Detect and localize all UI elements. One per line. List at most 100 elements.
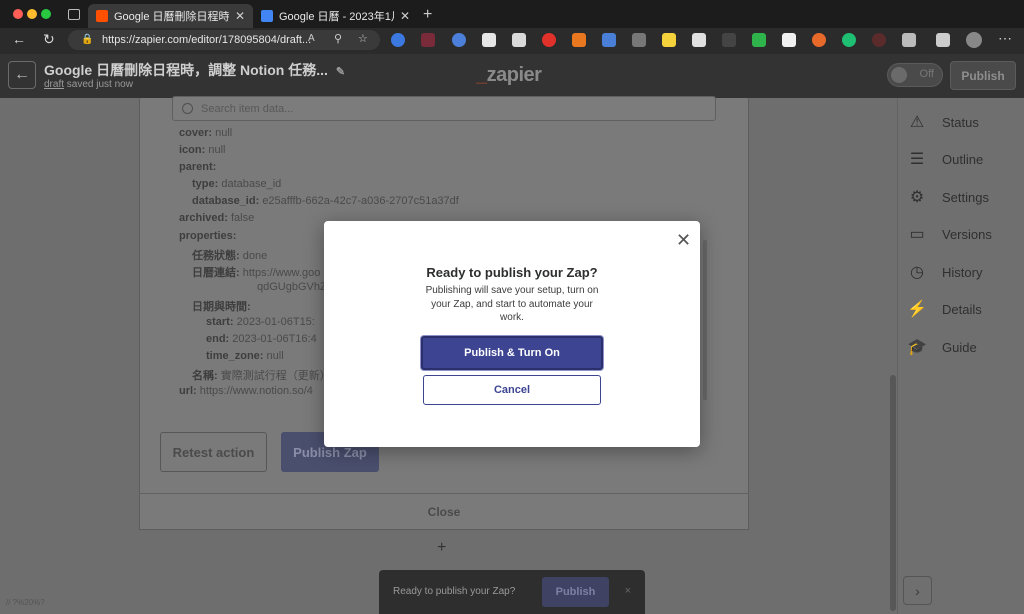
add-step-icon[interactable]: +	[437, 539, 446, 557]
extension-icon[interactable]	[512, 33, 526, 47]
extension-icon[interactable]	[812, 33, 826, 47]
publish-modal	[324, 221, 700, 447]
zap-on-off-toggle[interactable]: Off	[887, 63, 943, 87]
data-line: 任務狀態: done	[192, 250, 268, 262]
extensions-puzzle-icon[interactable]	[902, 33, 916, 47]
read-aloud-icon[interactable]: A	[308, 33, 315, 44]
edit-pencil-icon[interactable]: ✎	[336, 66, 345, 78]
details-icon: ⚡	[907, 301, 927, 318]
list-icon: ☰	[909, 151, 925, 168]
data-line: icon: null	[179, 144, 226, 156]
corner-text: // ?%20%?	[6, 598, 45, 607]
lock-icon: 🔒	[81, 34, 94, 45]
data-line: end: 2023-01-06T16:4	[206, 333, 317, 345]
data-line: properties:	[179, 230, 237, 242]
extension-1password-icon[interactable]	[391, 33, 405, 47]
toggle-label: Off	[919, 68, 934, 80]
zoom-icon[interactable]: ⚲	[334, 32, 342, 45]
gear-icon: ⚙	[909, 189, 925, 206]
sidebar-item-status[interactable]: ⚠ Status	[906, 111, 979, 133]
tab-title: Google 日曆刪除日程時，調整 N	[114, 11, 229, 23]
zapier-favicon-icon	[96, 10, 108, 22]
data-line: start: 2023-01-06T15:	[206, 316, 315, 328]
extension-icon[interactable]	[872, 33, 886, 47]
data-line: 日曆連結: https://www.goo	[192, 267, 321, 279]
extension-icon[interactable]	[421, 33, 435, 47]
more-menu-icon[interactable]: ⋯	[998, 30, 1012, 47]
extension-notion-icon[interactable]	[482, 33, 496, 47]
card-scrollbar[interactable]	[703, 240, 707, 400]
data-line: parent:	[179, 161, 217, 173]
extension-icon[interactable]	[662, 33, 676, 47]
extension-icon[interactable]	[722, 33, 736, 47]
extension-icon[interactable]	[452, 33, 466, 47]
search-input[interactable]: Search item data...	[172, 96, 716, 121]
search-icon	[182, 103, 193, 114]
graduation-cap-icon: 🎓	[907, 339, 927, 356]
maximize-window-icon[interactable]	[41, 9, 51, 19]
favorite-icon[interactable]: ☆	[358, 32, 368, 45]
sidebar-scrollbar[interactable]	[890, 375, 896, 611]
reload-icon[interactable]: ↻	[43, 31, 55, 48]
modal-title: Ready to publish your Zap?	[426, 265, 598, 280]
data-line: 日期與時間:	[192, 301, 251, 313]
toast-text: Ready to publish your Zap?	[393, 586, 516, 597]
extension-translate-icon[interactable]	[602, 33, 616, 47]
sidebar-item-history[interactable]: ◷ History	[906, 261, 982, 283]
modal-description: Publishing will save your setup, turn on…	[425, 285, 599, 323]
header-publish-button[interactable]: Publish	[950, 61, 1016, 90]
publish-toast: Ready to publish your Zap? Publish ×	[379, 570, 645, 614]
publish-and-turn-on-button[interactable]: Publish & Turn On	[421, 336, 603, 370]
extension-icon[interactable]	[692, 33, 706, 47]
url-text: https://zapier.com/editor/178095804/draf…	[102, 34, 312, 46]
sidebar-item-versions[interactable]: ▭ Versions	[906, 223, 991, 245]
address-bar[interactable]: 🔒 https://zapier.com/editor/178095804/dr…	[68, 30, 380, 50]
clock-icon: ◷	[910, 264, 924, 281]
cancel-button[interactable]: Cancel	[423, 375, 601, 405]
warning-icon: ⚠	[909, 114, 925, 131]
chevron-right-icon: ›	[915, 582, 920, 599]
extension-icon[interactable]	[752, 33, 766, 47]
sidebar-item-settings[interactable]: ⚙ Settings	[906, 186, 989, 208]
close-window-icon[interactable]	[13, 9, 23, 19]
collections-icon[interactable]	[936, 33, 950, 47]
back-icon[interactable]: ←	[12, 31, 26, 47]
zap-status-line: draft saved just now	[44, 79, 133, 90]
tab-overview-icon[interactable]	[68, 9, 80, 20]
extension-metamask-icon[interactable]	[572, 33, 586, 47]
data-line: 名稱: 實際測試行程（更新）	[192, 370, 331, 382]
versions-icon: ▭	[909, 226, 925, 243]
extension-icon[interactable]	[782, 33, 796, 47]
profile-avatar[interactable]	[966, 32, 982, 48]
data-line: cover: null	[179, 127, 233, 139]
tab-zapier[interactable]: Google 日曆刪除日程時，調整 N ✕	[88, 4, 253, 28]
extension-icon[interactable]	[542, 33, 556, 47]
new-tab-icon[interactable]: +	[423, 6, 432, 24]
close-icon[interactable]: ✕	[676, 230, 691, 251]
close-button[interactable]: Close	[139, 493, 749, 529]
sidebar-item-details[interactable]: ⚡ Details	[906, 298, 982, 320]
data-line: url: https://www.notion.so/4	[179, 385, 313, 397]
sidebar-item-outline[interactable]: ☰ Outline	[906, 148, 983, 170]
minimize-window-icon[interactable]	[27, 9, 37, 19]
calendar-favicon-icon	[261, 10, 273, 22]
expand-sidebar-button[interactable]: ›	[903, 576, 932, 605]
data-line: time_zone: null	[206, 350, 284, 362]
extension-icon[interactable]	[632, 33, 646, 47]
draft-link[interactable]: draft	[44, 79, 64, 90]
tab-close-icon[interactable]: ✕	[400, 9, 410, 23]
data-line: type: database_id	[192, 178, 282, 190]
toast-close-icon[interactable]: ×	[625, 585, 631, 597]
retest-action-button[interactable]: Retest action	[160, 432, 267, 472]
zapier-logo: _zapier	[476, 64, 542, 86]
extension-grammarly-icon[interactable]	[842, 33, 856, 47]
tab-close-icon[interactable]: ✕	[235, 9, 245, 23]
sidebar-item-guide[interactable]: 🎓 Guide	[906, 336, 977, 358]
tab-google-calendar[interactable]: Google 日曆 - 2023年1月 ✕	[253, 4, 418, 28]
zap-title[interactable]: Google 日曆刪除日程時，調整 Notion 任務... ✎	[44, 60, 345, 80]
saved-status: saved just now	[66, 79, 133, 90]
back-button[interactable]: ←	[8, 61, 36, 89]
tab-title: Google 日曆 - 2023年1月	[279, 11, 394, 23]
data-line: database_id: e25afffb-662a-42c7-a036-270…	[192, 195, 459, 207]
toast-publish-button[interactable]: Publish	[542, 577, 609, 607]
